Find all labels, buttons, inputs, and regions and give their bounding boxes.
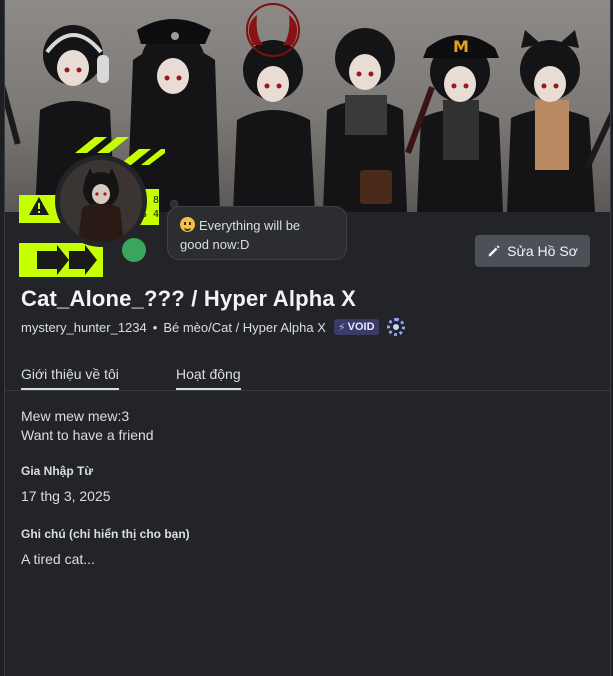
- profile-tabs: Giới thiệu về tôi Hoạt động: [5, 362, 610, 391]
- custom-status-bubble[interactable]: Everything will be good now:D: [167, 206, 347, 260]
- custom-status-line1: Everything will be: [199, 218, 301, 233]
- bio-line-2: Want to have a friend: [21, 427, 154, 443]
- bio-line-1: Mew mew mew:3: [21, 408, 130, 424]
- avatar-image: [60, 160, 142, 242]
- void-badge[interactable]: ⚡ VOID: [333, 319, 379, 335]
- display-name: Cat_Alone_??? / Hyper Alpha X: [21, 286, 357, 311]
- custom-status-line2: good now:D: [180, 237, 250, 252]
- meta-separator: •: [152, 319, 158, 335]
- tab-activity[interactable]: Hoạt động: [176, 366, 241, 390]
- gear-badge-icon[interactable]: [386, 318, 405, 336]
- pencil-icon: [488, 245, 500, 257]
- profile-card: M H 8 S 4 Everything will be good now:D …: [4, 0, 611, 676]
- member-since-title: Gia Nhập Từ: [21, 464, 94, 478]
- lightning-icon: ⚡: [337, 321, 346, 334]
- pronouns: Bé mèo/Cat / Hyper Alpha X: [163, 319, 326, 335]
- online-status-indicator: [117, 233, 151, 267]
- member-since-value: 17 thg 3, 2025: [21, 488, 111, 504]
- tab-about-me[interactable]: Giới thiệu về tôi: [21, 366, 119, 390]
- edit-profile-label: Sửa Hồ Sơ: [507, 243, 578, 259]
- void-badge-label: VOID: [347, 321, 375, 333]
- note-title: Ghi chú (chỉ hiển thị cho bạn): [21, 527, 190, 541]
- edit-profile-button[interactable]: Sửa Hồ Sơ: [475, 235, 590, 267]
- note-input[interactable]: A tired cat...: [21, 551, 95, 567]
- profile-meta-row: mystery_hunter_1234 • Bé mèo/Cat / Hyper…: [21, 318, 405, 336]
- bio: Mew mew mew:3 Want to have a friend: [21, 407, 154, 445]
- username[interactable]: mystery_hunter_1234: [21, 320, 147, 335]
- svg-text:M: M: [453, 37, 469, 56]
- avatar-container[interactable]: H 8 S 4: [17, 133, 167, 283]
- grinning-face-icon: [180, 217, 195, 232]
